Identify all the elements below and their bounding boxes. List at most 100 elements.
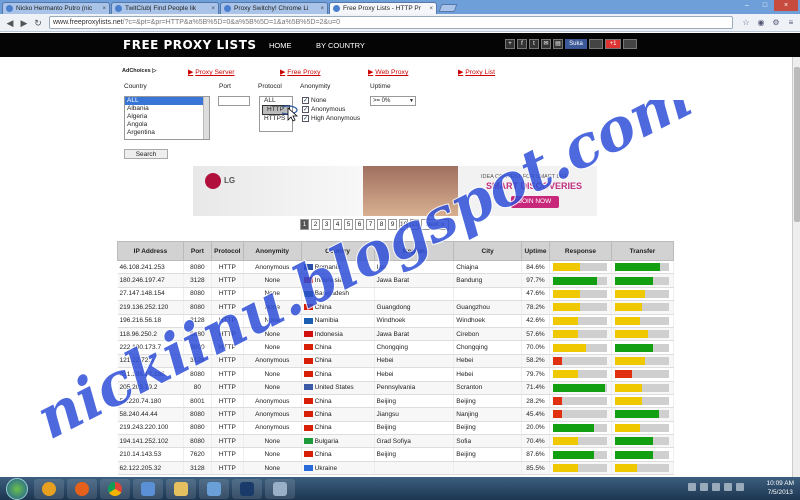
taskbar-chrome-icon[interactable] — [100, 478, 130, 499]
country-name[interactable]: China — [315, 371, 332, 378]
country-name[interactable]: China — [315, 357, 332, 364]
print-icon[interactable]: ▤ — [553, 39, 563, 49]
taskbar-tool-icon[interactable] — [265, 478, 295, 499]
browser-tab[interactable]: TwitClub| Find People lik × — [111, 2, 219, 14]
bookmark-star-icon[interactable]: ☆ — [740, 17, 752, 29]
country-select[interactable]: ALL Albania Algeria Angola Argentina — [124, 96, 210, 140]
country-name[interactable]: Bulgaria — [315, 438, 339, 445]
browser-tab[interactable]: Nicko Hermanto Putro (nic × — [2, 2, 110, 14]
ip-address[interactable]: 221.195.12.186 — [120, 371, 165, 378]
tab-close-icon[interactable]: × — [211, 6, 215, 12]
ip-address[interactable]: 121.22.72.5 — [120, 357, 154, 364]
tray-flag-icon[interactable] — [724, 483, 732, 491]
country-name[interactable]: China — [315, 398, 332, 405]
ip-address-cell[interactable]: 58.220.74.180 — [117, 394, 184, 409]
page-link[interactable]: 8 — [377, 219, 386, 230]
country-name[interactable]: China — [315, 304, 332, 311]
ip-address-cell[interactable]: 62.122.205.32 — [117, 461, 184, 476]
ad-link-web-proxy[interactable]: ▶ Web Proxy — [368, 68, 408, 76]
country-name[interactable]: Indonesia — [315, 277, 343, 284]
anonymity-option[interactable]: ✓ Anonymous — [302, 105, 360, 114]
column-header[interactable]: Transfer — [610, 241, 675, 261]
ip-address-cell[interactable]: 118.96.250.2 — [117, 327, 184, 342]
ad-link-proxy-server[interactable]: ▶ Proxy Server — [188, 68, 235, 76]
uptime-select[interactable]: >= 0% ▼ — [370, 96, 416, 106]
new-tab-button[interactable] — [438, 4, 458, 12]
column-header[interactable]: Response — [548, 241, 612, 261]
tray-network-icon[interactable] — [700, 483, 708, 491]
country-name[interactable]: Ukraine — [315, 465, 337, 472]
ip-address[interactable]: 219.243.220.100 — [120, 424, 169, 431]
ip-address-cell[interactable]: 219.136.252.120 — [117, 300, 184, 315]
ip-address-cell[interactable]: 180.246.197.47 — [117, 273, 184, 288]
proxy-extension-icon[interactable]: ⚙ — [770, 17, 782, 29]
tray-power-icon[interactable] — [736, 483, 744, 491]
ip-address-cell[interactable]: 194.141.252.102 — [117, 434, 184, 449]
page-link[interactable]: 5 — [344, 219, 353, 230]
taskbar-window-icon[interactable] — [199, 478, 229, 499]
column-header[interactable]: IP Address — [117, 241, 184, 261]
page-link[interactable]: 9 — [388, 219, 397, 230]
ip-address[interactable]: 205.203.79.2 — [120, 384, 158, 391]
anonymity-option[interactable]: ✓ None — [302, 96, 360, 105]
search-button[interactable]: Search — [124, 149, 168, 159]
column-header[interactable]: Protocol — [210, 241, 244, 261]
ip-address-cell[interactable]: 210.14.143.53 — [117, 447, 184, 462]
adchoices-label[interactable]: AdChoices ▷ — [122, 68, 157, 74]
page-link[interactable]: 3 — [322, 219, 331, 230]
ip-address[interactable]: 219.136.252.120 — [120, 304, 169, 311]
ip-address-cell[interactable]: 46.108.241.253 — [117, 260, 184, 275]
ip-address[interactable]: 180.246.197.47 — [120, 277, 165, 284]
checkbox[interactable]: ✓ — [302, 115, 309, 122]
country-option[interactable]: Albania — [125, 105, 209, 113]
scroll-thumb[interactable] — [794, 67, 800, 222]
tab-close-icon[interactable]: × — [429, 6, 433, 12]
banner-join-button[interactable]: JOIN NOW — [511, 196, 559, 208]
ip-address[interactable]: 46.108.241.253 — [120, 264, 165, 271]
reload-icon[interactable]: ↻ — [31, 16, 45, 30]
country-name[interactable]: China — [315, 451, 332, 458]
country-name[interactable]: Romania — [315, 264, 341, 271]
ip-address[interactable]: 58.240.44.44 — [120, 411, 158, 418]
ip-address-cell[interactable]: 27.147.148.154 — [117, 287, 184, 302]
ip-address-cell[interactable]: 221.195.12.186 — [117, 367, 184, 382]
twitter-share-icon[interactable]: t — [529, 39, 539, 49]
ad-link-free-proxy[interactable]: ▶ Free Proxy — [280, 68, 320, 76]
column-header[interactable]: Uptime — [521, 241, 550, 261]
ip-address[interactable]: 222.180.173.7 — [120, 344, 162, 351]
column-header[interactable]: Country — [300, 241, 375, 261]
taskbar-firefox-icon[interactable] — [67, 478, 97, 499]
checkbox[interactable]: ✓ — [302, 97, 309, 104]
page-link[interactable]: 10 — [399, 219, 408, 230]
country-name[interactable]: Bangladesh — [315, 290, 349, 297]
clock[interactable]: 10:09 AM 7/5/2013 — [767, 479, 794, 497]
vertical-scrollbar[interactable] — [792, 57, 800, 477]
country-name[interactable]: United States — [315, 384, 354, 391]
forward-icon[interactable]: ▶ — [17, 16, 31, 30]
browser-tab[interactable]: Free Proxy Lists - HTTP Pr × — [329, 2, 437, 14]
column-header[interactable]: Region — [373, 241, 455, 261]
nav-home[interactable]: HOME — [269, 41, 292, 50]
column-header[interactable]: City — [453, 241, 523, 261]
page-link[interactable]: 1 — [300, 219, 309, 230]
country-option[interactable]: Angola — [125, 121, 209, 129]
ip-address-cell[interactable]: 121.22.72.5 — [117, 354, 184, 369]
column-header[interactable]: Anonymity — [242, 241, 302, 261]
country-name[interactable]: China — [315, 344, 332, 351]
minimize-button[interactable]: – — [738, 0, 756, 11]
country-option[interactable]: Argentina — [125, 129, 209, 137]
country-option[interactable]: Algeria — [125, 113, 209, 121]
next-page-link[interactable]: Next » — [421, 219, 449, 230]
taskbar-explorer-icon[interactable] — [166, 478, 196, 499]
ip-address-cell[interactable]: 58.240.44.44 — [117, 407, 184, 422]
country-name[interactable]: China — [315, 424, 332, 431]
wrench-menu-icon[interactable]: ≡ — [785, 17, 797, 29]
ip-address[interactable]: 118.96.250.2 — [120, 331, 157, 338]
facebook-like-button[interactable]: Suka — [565, 39, 587, 49]
browser-tab[interactable]: Proxy Switchy! Chrome Li × — [220, 2, 328, 14]
country-name[interactable]: China — [315, 411, 332, 418]
ip-address[interactable]: 58.220.74.180 — [120, 398, 162, 405]
column-header[interactable]: Port — [182, 241, 212, 261]
ad-link-proxy-list[interactable]: ▶ Proxy List — [458, 68, 495, 76]
ip-address-cell[interactable]: 219.243.220.100 — [117, 421, 184, 436]
